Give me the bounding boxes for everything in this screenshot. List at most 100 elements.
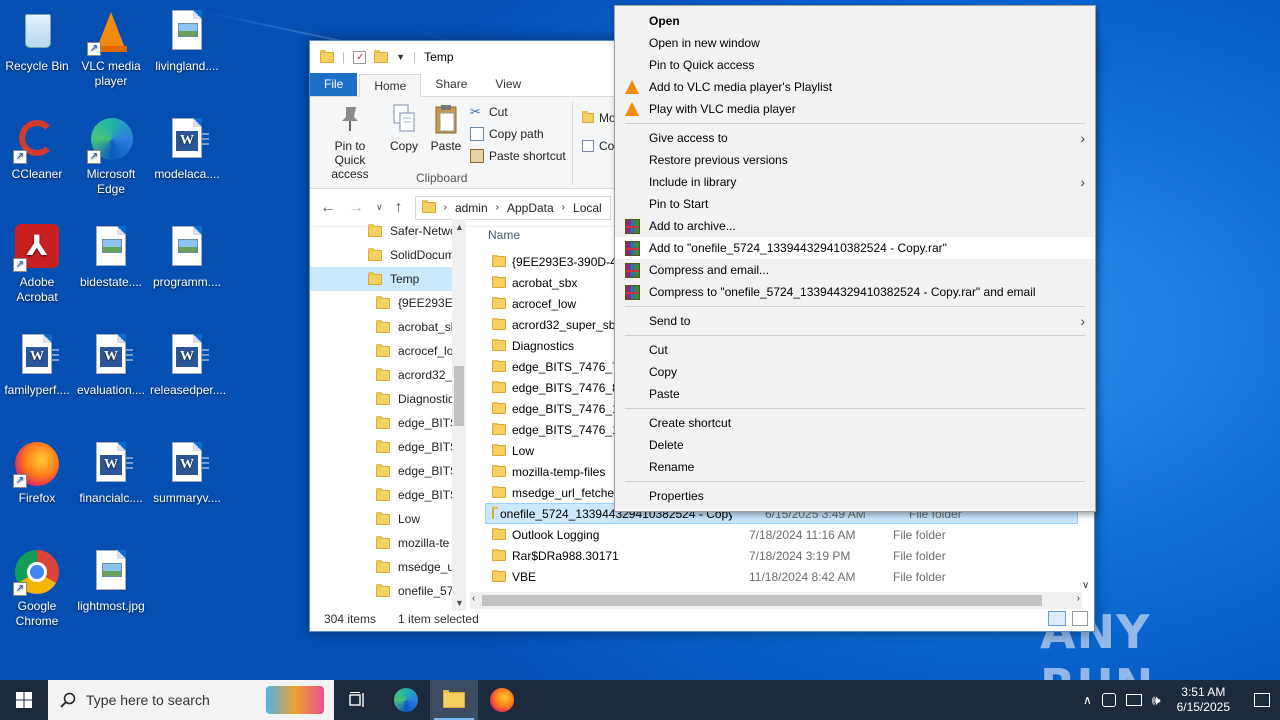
menu-item-delete[interactable]: Delete <box>615 434 1095 456</box>
menu-item-add-to-vlc-media-player-s-playlist[interactable]: Add to VLC media player's Playlist <box>615 76 1095 98</box>
menu-item-add-to-onefile-5724-133944329410382524-c[interactable]: Add to "onefile_5724_133944329410382524 … <box>615 237 1095 259</box>
copy-button[interactable]: Copy <box>388 103 420 153</box>
desktop-icon-ccleaner[interactable]: ↗ CCleaner <box>0 116 74 182</box>
desktop-icon-word-doc[interactable]: Wfamilyperf.... <box>0 332 74 398</box>
details-view-icon[interactable] <box>1048 611 1066 626</box>
forward-arrow-icon[interactable]: → <box>348 199 364 217</box>
menu-item-copy[interactable]: Copy <box>615 361 1095 383</box>
breadcrumb-chevron-icon[interactable]: › <box>496 202 499 213</box>
copy-path-button[interactable]: Copy path <box>470 127 544 141</box>
menu-item-compress-to-onefile-5724-133944329410382[interactable]: Compress to "onefile_5724_13394432941038… <box>615 281 1095 303</box>
menu-item-cut[interactable]: Cut <box>615 339 1095 361</box>
menu-item-create-shortcut[interactable]: Create shortcut <box>615 412 1095 434</box>
notification-center-icon[interactable] <box>1254 693 1270 707</box>
desktop-icon-chrome[interactable]: ↗ Google Chrome <box>0 548 74 629</box>
tree-item[interactable]: SolidDocum <box>310 243 465 267</box>
tree-item[interactable]: acrocef_lo <box>310 339 465 363</box>
menu-item-paste[interactable]: Paste <box>615 383 1095 405</box>
menu-item-include-in-library[interactable]: Include in library › <box>615 171 1095 193</box>
desktop-icon-image-file[interactable]: programm.... <box>150 224 224 290</box>
breadcrumb-chevron-icon[interactable]: › <box>562 202 565 213</box>
menu-item-restore-previous-versions[interactable]: Restore previous versions <box>615 149 1095 171</box>
tree-item[interactable]: {9EE293E3- <box>310 291 465 315</box>
desktop-icon-image-file[interactable]: lightmost.jpg <box>74 548 148 614</box>
show-hidden-icons-chevron-icon[interactable]: ∧ <box>1083 693 1092 707</box>
scroll-up-icon[interactable]: ▲ <box>455 222 464 232</box>
desktop-icon-word-doc[interactable]: Wmodelaca.... <box>150 116 224 182</box>
clock[interactable]: 3:51 AM 6/15/2025 <box>1177 685 1230 715</box>
file-row[interactable]: VBE 11/18/2024 8:42 AM File folder <box>470 566 1096 587</box>
menu-item-give-access-to[interactable]: Give access to › <box>615 127 1095 149</box>
move-to-button[interactable]: Mo <box>582 111 616 125</box>
desktop-icon-word-doc[interactable]: Wevaluation.... <box>74 332 148 398</box>
large-icons-view-icon[interactable] <box>1072 611 1088 626</box>
network-security-icon[interactable] <box>1101 693 1116 707</box>
desktop-icon-image-file[interactable]: livingland.... <box>150 8 224 74</box>
desktop-icon-edge[interactable]: ↗ Microsoft Edge <box>74 116 148 197</box>
scroll-right-icon[interactable]: › <box>1077 593 1080 604</box>
tree-item[interactable]: edge_BITS_ <box>310 411 465 435</box>
menu-item-add-to-archive[interactable]: Add to archive... <box>615 215 1095 237</box>
menu-item-rename[interactable]: Rename <box>615 456 1095 478</box>
menu-item-compress-and-email[interactable]: Compress and email... <box>615 259 1095 281</box>
recent-locations-chevron-icon[interactable]: ∨ <box>376 202 383 213</box>
desktop-icon-word-doc[interactable]: Wreleasedper.... <box>150 332 226 398</box>
tree-item[interactable]: edge_BITS_ <box>310 459 465 483</box>
menu-item-send-to[interactable]: Send to › <box>615 310 1095 332</box>
tab-view[interactable]: View <box>481 73 535 96</box>
volume-icon[interactable]: 🕪 <box>1152 692 1161 709</box>
start-button[interactable] <box>0 680 48 720</box>
tree-item[interactable]: Safer-Netwo <box>310 219 465 243</box>
paste-shortcut-button[interactable]: Paste shortcut <box>470 149 566 163</box>
address-bar[interactable]: › admin › AppData › Local <box>414 195 611 220</box>
tree-item[interactable]: Diagnostic <box>310 387 465 411</box>
desktop-icon-recycle-bin[interactable]: Recycle Bin <box>0 8 74 74</box>
desktop-icon-word-doc[interactable]: Wfinancialc.... <box>74 440 148 506</box>
file-row[interactable]: Outlook Logging 7/18/2024 11:16 AM File fo… <box>470 524 1096 545</box>
paste-button[interactable]: Paste <box>430 103 462 153</box>
quick-access-dropdown-icon[interactable]: ▼ <box>396 52 405 62</box>
menu-item-open[interactable]: Open <box>615 10 1095 32</box>
breadcrumb-appdata[interactable]: AppData <box>507 201 554 215</box>
tab-file[interactable]: File <box>310 73 358 96</box>
desktop-icon-word-doc[interactable]: Wsummaryv.... <box>150 440 224 506</box>
scroll-left-icon[interactable]: ‹ <box>472 593 475 604</box>
navigation-pane-scroll-thumb[interactable] <box>454 366 464 426</box>
menu-item-properties[interactable]: Properties <box>615 485 1095 507</box>
breadcrumb-local[interactable]: Local <box>573 201 602 215</box>
tree-item[interactable]: Low <box>310 507 465 531</box>
desktop-icon-firefox[interactable]: ↗ Firefox <box>0 440 74 506</box>
scroll-down-chevron-icon[interactable]: ∨ <box>1082 580 1089 591</box>
file-row[interactable]: Rar$DRa988.30171 7/18/2024 3:19 PM File fo… <box>470 545 1096 566</box>
desktop-icon-vlc[interactable]: ↗ VLC media player <box>74 8 148 89</box>
menu-item-pin-to-start[interactable]: Pin to Start <box>615 193 1095 215</box>
horizontal-scroll-thumb[interactable] <box>482 595 1042 606</box>
taskbar-edge[interactable] <box>382 680 430 720</box>
menu-item-play-with-vlc-media-player[interactable]: Play with VLC media player <box>615 98 1095 120</box>
tree-item[interactable]: acrobat_sb <box>310 315 465 339</box>
breadcrumb-admin[interactable]: admin <box>455 201 488 215</box>
tree-item[interactable]: onefile_57 <box>310 579 465 603</box>
menu-item-open-in-new-window[interactable]: Open in new window <box>615 32 1095 54</box>
cut-button[interactable]: ✂ Cut <box>470 105 508 120</box>
desktop-icon-acrobat[interactable]: ⅄ ↗ Adobe Acrobat <box>0 224 74 305</box>
tree-item[interactable]: acrord32_s <box>310 363 465 387</box>
back-arrow-icon[interactable]: ← <box>320 199 336 217</box>
properties-quick-icon[interactable]: ✓ <box>353 50 367 64</box>
network-icon[interactable] <box>1125 694 1142 706</box>
taskbar-file-explorer[interactable] <box>430 680 478 720</box>
taskbar-search-box[interactable]: Type here to search <box>48 680 334 720</box>
menu-item-pin-to-quick-access[interactable]: Pin to Quick access <box>615 54 1095 76</box>
taskbar-firefox[interactable] <box>478 680 526 720</box>
tree-item[interactable]: edge_BITS_ <box>310 483 465 507</box>
up-arrow-icon[interactable]: ↑ <box>395 199 403 217</box>
desktop-icon-image-file[interactable]: bidestate.... <box>74 224 148 290</box>
tree-item[interactable]: Temp <box>310 267 465 291</box>
tree-item[interactable]: mozilla-te <box>310 531 465 555</box>
pin-quick-access-button[interactable]: Pin to Quick access <box>318 103 382 181</box>
copy-to-button[interactable]: Co <box>582 139 614 153</box>
tree-item[interactable]: edge_BITS_ <box>310 435 465 459</box>
new-folder-quick-icon[interactable] <box>374 49 389 63</box>
task-view-button[interactable] <box>334 680 382 720</box>
breadcrumb-chevron-icon[interactable]: › <box>444 202 447 213</box>
